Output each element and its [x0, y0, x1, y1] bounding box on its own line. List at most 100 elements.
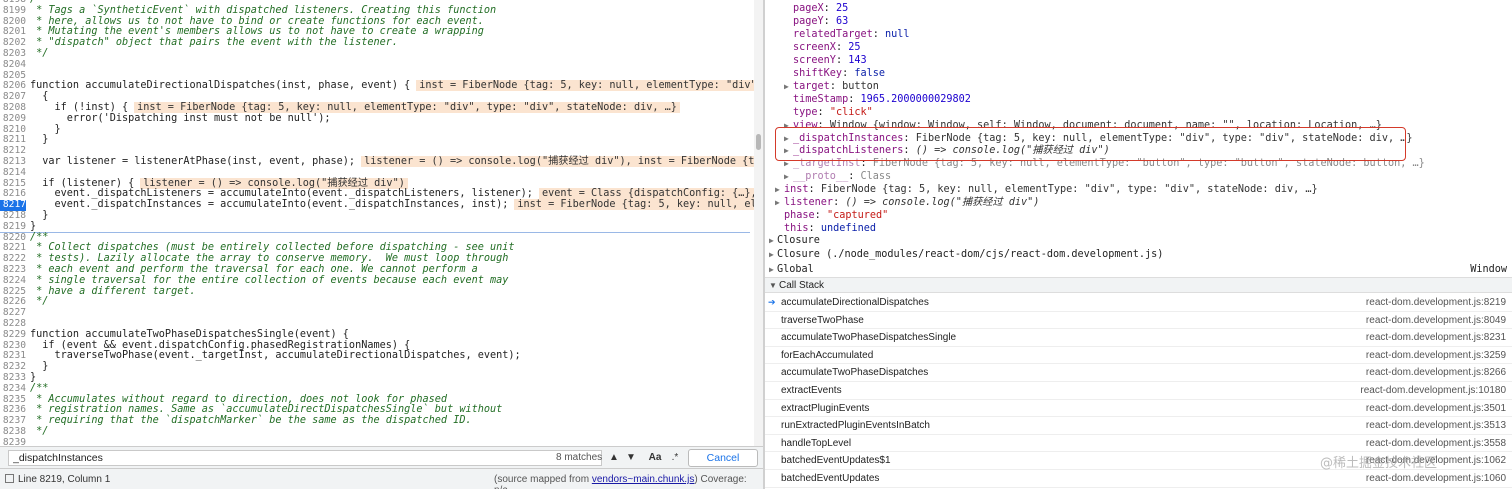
code-line[interactable]: 8219} — [0, 221, 750, 233]
call-stack-frame[interactable]: batchedEventUpdates react-dom.development… — [765, 470, 1512, 488]
line-number[interactable]: 8229 — [0, 330, 26, 341]
scope-property[interactable]: ▶ __proto__: Class — [765, 170, 1512, 183]
line-number[interactable]: 8200 — [0, 17, 26, 28]
expand-arrow-icon[interactable]: ▶ — [784, 157, 792, 170]
line-number[interactable]: 8226 — [0, 297, 26, 308]
code-line[interactable]: 8213 var listener = listenerAtPhase(inst… — [0, 156, 763, 168]
inline-value[interactable]: inst = FiberNode {tag: 5, key: null, ele… — [416, 80, 763, 92]
code-line-current[interactable]: 8217 event._dispatchInstances = accumula… — [0, 199, 763, 211]
line-number[interactable]: 8214 — [0, 168, 26, 179]
code-line[interactable]: 8203 */ — [0, 48, 750, 60]
line-number[interactable]: 8201 — [0, 27, 26, 38]
scope-section[interactable]: ▶ Closure (./node_modules/react-dom/cjs/r… — [765, 248, 1512, 261]
line-number[interactable]: 8199 — [0, 6, 26, 17]
match-case-button[interactable]: Aa — [646, 450, 664, 466]
toggle-navigator-icon[interactable] — [5, 474, 14, 483]
line-number[interactable]: 8207 — [0, 92, 26, 103]
code-line[interactable]: 8232 } — [0, 361, 750, 373]
line-number[interactable]: 8206 — [0, 81, 26, 92]
code-line[interactable]: 8226 */ — [0, 296, 750, 308]
line-number[interactable]: 8208 — [0, 103, 26, 114]
code-line[interactable]: 8231 traverseTwoPhase(event._targetInst,… — [0, 350, 750, 362]
search-next-button[interactable]: ▼ — [624, 450, 638, 466]
search-cancel-button[interactable]: Cancel — [688, 449, 758, 467]
expand-arrow-icon[interactable]: ▶ — [784, 170, 792, 183]
scope-property[interactable]: ▶ _dispatchListeners: () => console.log("… — [765, 144, 1512, 157]
line-number[interactable]: 8227 — [0, 308, 26, 319]
line-number[interactable]: 8237 — [0, 416, 26, 427]
line-number[interactable]: 8234 — [0, 384, 26, 395]
code-line[interactable]: 8209 error('Dispatching inst must not be… — [0, 113, 750, 125]
call-stack-frame[interactable]: ➔ accumulateDirectionalDispatches react-do… — [765, 294, 1512, 312]
call-stack-frame[interactable]: accumulateTwoPhaseDispatches react-dom.de… — [765, 364, 1512, 382]
call-stack-frame[interactable]: accumulateTwoPhaseDispatchesSingle react-… — [765, 329, 1512, 347]
expand-arrow-icon[interactable]: ▶ — [769, 234, 777, 247]
frame-location[interactable]: react-dom.development.js:10180 — [1360, 382, 1506, 400]
code-line[interactable]: 8239 — [0, 438, 750, 446]
line-number[interactable]: 8220 — [0, 233, 26, 244]
editor-scroll-thumb[interactable] — [756, 134, 761, 150]
code-line[interactable]: 8206 function accumulateDirectionalDispat… — [0, 80, 763, 92]
line-number[interactable]: 8218 — [0, 211, 26, 222]
inline-value[interactable]: inst = FiberNode {tag: 5, key: null, ele… — [134, 102, 680, 113]
scope-property[interactable]: ▶ view: Window {window: Window, self: Win… — [765, 119, 1512, 132]
frame-location[interactable]: react-dom.development.js:8266 — [1366, 364, 1506, 382]
scope-section[interactable]: ▶ Global Window — [765, 263, 1512, 276]
call-stack-frame[interactable]: forEachAccumulated react-dom.development.… — [765, 347, 1512, 365]
call-stack-frame[interactable]: handleTopLevel react-dom.development.js:3… — [765, 435, 1512, 453]
line-number[interactable]: 8216 — [0, 189, 26, 200]
expand-arrow-icon[interactable]: ▶ — [784, 80, 792, 93]
frame-location[interactable]: react-dom.development.js:1060 — [1366, 470, 1506, 488]
frame-location[interactable]: react-dom.development.js:3558 — [1366, 435, 1506, 453]
line-number[interactable]: 8219 — [0, 222, 26, 233]
line-number[interactable]: 8225 — [0, 287, 26, 298]
line-number[interactable]: 8221 — [0, 243, 26, 254]
expand-arrow-icon[interactable]: ▶ — [775, 183, 783, 196]
inline-value[interactable]: listener = () => console.log("捕获经过 div") — [140, 177, 408, 189]
frame-location[interactable]: react-dom.development.js:8219 — [1366, 294, 1506, 312]
code-line[interactable]: 8218 } — [0, 210, 750, 222]
line-number[interactable]: 8233 — [0, 373, 26, 384]
expand-arrow-icon[interactable]: ▶ — [784, 132, 792, 145]
scope-property[interactable]: ▶ listener: () => console.log("捕获经过 div") — [765, 196, 1512, 209]
code-line[interactable]: 8204 — [0, 60, 750, 71]
line-number[interactable]: 8223 — [0, 265, 26, 276]
code-line[interactable]: 8238 */ — [0, 426, 750, 438]
code-line[interactable]: 8237 * requiring that the `dispatchMarke… — [0, 415, 750, 427]
call-stack-frame[interactable]: extractEvents react-dom.development.js:10… — [765, 382, 1512, 400]
search-prev-button[interactable]: ▲ — [607, 450, 621, 466]
line-number[interactable]: 8231 — [0, 351, 26, 362]
line-number[interactable]: 8212 — [0, 146, 26, 157]
line-number[interactable]: 8222 — [0, 254, 26, 265]
line-number[interactable]: 8239 — [0, 438, 26, 446]
code-line[interactable]: 8225 * have a different target. — [0, 286, 750, 298]
scope-property[interactable]: ▶ target: button — [765, 80, 1512, 93]
scope-property[interactable]: ▶ inst: FiberNode {tag: 5, key: null, ele… — [765, 183, 1512, 196]
line-number[interactable]: 8210 — [0, 125, 26, 136]
expand-arrow-icon[interactable]: ▶ — [775, 196, 783, 209]
line-number[interactable]: 8232 — [0, 362, 26, 373]
line-number[interactable]: 8228 — [0, 319, 26, 330]
line-number[interactable]: 8209 — [0, 114, 26, 125]
inline-value[interactable]: event = Class {dispatchConfig: {…}, _tar… — [538, 188, 763, 200]
source-editor[interactable]: 8198/**8199 * Tags a `SyntheticEvent` wi… — [0, 0, 763, 446]
search-input[interactable] — [8, 450, 602, 466]
inline-value[interactable]: listener = () => console.log("捕获经过 div")… — [361, 156, 763, 167]
scope-property[interactable]: ▶ _dispatchInstances: FiberNode {tag: 5, … — [765, 132, 1512, 145]
line-number[interactable]: 8204 — [0, 60, 26, 71]
frame-location[interactable]: react-dom.development.js:1062 — [1366, 452, 1506, 470]
call-stack-frame[interactable]: runExtractedPluginEventsInBatch react-dom… — [765, 417, 1512, 435]
scope-property[interactable]: ▶ _targetInst: FiberNode {tag: 5, key: nu… — [765, 157, 1512, 170]
regex-button[interactable]: .* — [668, 450, 682, 466]
frame-location[interactable]: react-dom.development.js:3501 — [1366, 400, 1506, 418]
call-stack-frame[interactable]: traverseTwoPhase react-dom.development.js… — [765, 312, 1512, 330]
line-number[interactable]: 8236 — [0, 405, 26, 416]
expand-arrow-icon[interactable]: ▶ — [769, 248, 777, 261]
frame-location[interactable]: react-dom.development.js:3513 — [1366, 417, 1506, 435]
line-number[interactable]: 8224 — [0, 276, 26, 287]
scope-section[interactable]: ▶ Closure — [765, 234, 1512, 247]
frame-location[interactable]: react-dom.development.js:8049 — [1366, 312, 1506, 330]
expand-arrow-icon[interactable]: ▶ — [784, 144, 792, 157]
line-number[interactable]: 8217 — [0, 200, 26, 211]
line-number[interactable]: 8205 — [0, 71, 26, 82]
